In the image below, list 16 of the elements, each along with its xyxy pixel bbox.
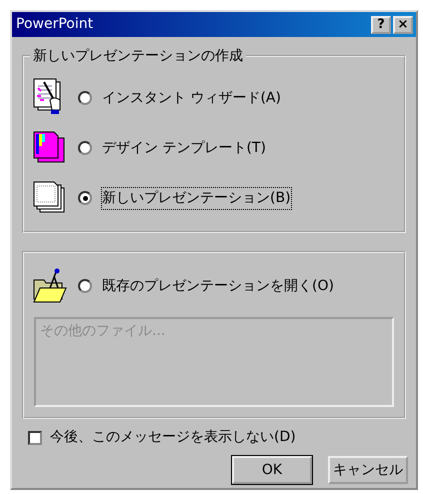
option-label: 新しいプレゼンテーション(B) xyxy=(102,188,291,208)
help-button[interactable]: ? xyxy=(371,16,391,34)
radio-button[interactable] xyxy=(78,279,92,293)
close-button[interactable]: × xyxy=(393,16,413,34)
checkbox[interactable] xyxy=(28,430,42,444)
radio-button[interactable] xyxy=(78,141,92,155)
option-label: 既存のプレゼンテーションを開く(O) xyxy=(102,276,334,296)
ok-button[interactable]: OK xyxy=(232,456,312,484)
option-label: デザイン テンプレート(T) xyxy=(102,138,266,158)
group-label: 新しいプレゼンテーションの作成 xyxy=(30,47,246,65)
radio-button[interactable] xyxy=(78,191,92,205)
checkbox-label: 今後、このメッセージを表示しない(D) xyxy=(50,428,296,447)
cancel-button[interactable]: キャンセル xyxy=(328,456,408,484)
window-title: PowerPoint xyxy=(16,15,94,34)
radio-button[interactable] xyxy=(78,91,92,105)
option-label: インスタント ウィザード(A) xyxy=(102,88,281,108)
